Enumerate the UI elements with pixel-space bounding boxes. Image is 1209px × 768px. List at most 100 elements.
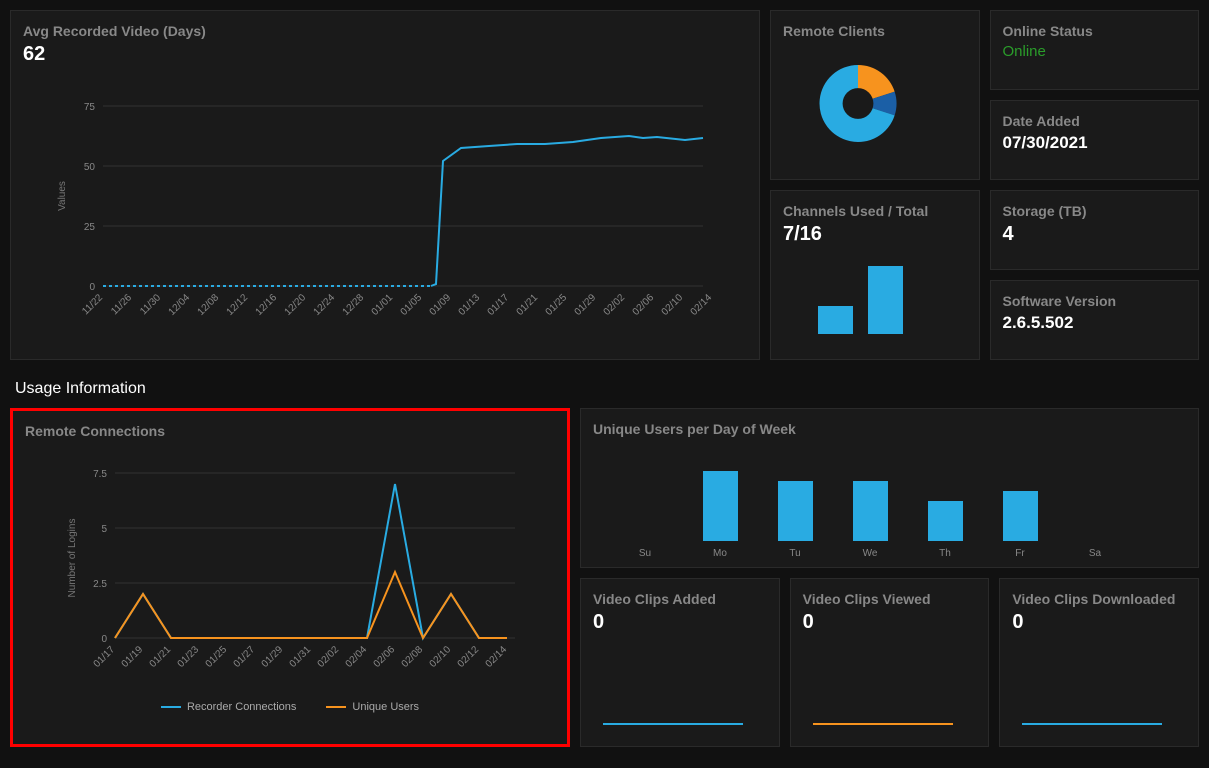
usage-section-title: Usage Information [15, 380, 1199, 398]
storage-card: Storage (TB) 4 [990, 190, 1200, 270]
card-value: 2.6.5.502 [1003, 313, 1187, 333]
svg-text:01/25: 01/25 [204, 644, 230, 670]
svg-text:02/04: 02/04 [344, 644, 370, 670]
svg-text:12/16: 12/16 [254, 292, 280, 318]
svg-text:01/05: 01/05 [399, 292, 425, 318]
svg-text:50: 50 [84, 162, 96, 173]
card-title: Date Added [1003, 113, 1187, 129]
card-title: Video Clips Downloaded [1012, 591, 1186, 607]
svg-text:0: 0 [89, 282, 95, 293]
svg-text:02/06: 02/06 [372, 644, 398, 670]
svg-text:01/19: 01/19 [120, 644, 146, 670]
clips-downloaded-spark [1012, 634, 1172, 734]
card-value: 07/30/2021 [1003, 133, 1187, 153]
svg-text:01/25: 01/25 [544, 292, 570, 318]
svg-text:11/30: 11/30 [138, 292, 163, 317]
card-title: Video Clips Added [593, 591, 767, 607]
svg-text:Tu: Tu [789, 548, 800, 559]
svg-text:01/27: 01/27 [232, 644, 258, 670]
svg-text:02/02: 02/02 [316, 644, 342, 670]
date-added-card: Date Added 07/30/2021 [990, 100, 1200, 180]
remote-clients-pie [783, 43, 933, 153]
svg-text:12/04: 12/04 [167, 292, 193, 318]
svg-text:01/17: 01/17 [486, 292, 512, 318]
svg-text:02/02: 02/02 [602, 292, 628, 318]
avg-recorded-video-card: Avg Recorded Video (Days) 62 0 25 50 75 … [10, 10, 760, 360]
svg-text:01/21: 01/21 [515, 292, 541, 318]
card-title: Storage (TB) [1003, 203, 1187, 219]
online-status-card: Online Status Online [990, 10, 1200, 90]
clips-downloaded-card: Video Clips Downloaded 0 [999, 578, 1199, 747]
software-version-card: Software Version 2.6.5.502 [990, 280, 1200, 360]
svg-text:11/22: 11/22 [80, 292, 105, 317]
avg-recorded-chart: 0 25 50 75 Values 11/22 11/26 11/30 12/0… [23, 66, 743, 336]
svg-text:02/10: 02/10 [660, 292, 686, 318]
svg-text:01/01: 01/01 [370, 292, 396, 318]
svg-text:5: 5 [101, 524, 107, 535]
svg-text:7.5: 7.5 [93, 469, 107, 480]
card-value: 0 [593, 611, 767, 634]
svg-text:02/14: 02/14 [484, 644, 510, 670]
svg-text:25: 25 [84, 222, 96, 233]
clips-added-spark [593, 634, 753, 734]
svg-text:Number of Logins: Number of Logins [67, 519, 78, 598]
channels-bar-chart [783, 246, 933, 336]
card-value: 0 [1012, 611, 1186, 634]
card-value: 7/16 [783, 223, 967, 246]
svg-text:02/06: 02/06 [631, 292, 657, 318]
svg-text:12/08: 12/08 [196, 292, 222, 318]
svg-text:0: 0 [101, 634, 107, 645]
svg-text:02/14: 02/14 [689, 292, 715, 318]
legend-unique-users: Unique Users [326, 701, 419, 713]
remote-connections-chart: 0 2.5 5 7.5 Number of Logins 01/17 01/19… [25, 443, 555, 693]
svg-text:2.5: 2.5 [93, 579, 107, 590]
svg-text:Su: Su [639, 548, 651, 559]
remote-clients-card: Remote Clients [770, 10, 980, 180]
svg-text:01/29: 01/29 [573, 292, 599, 318]
card-title: Online Status [1003, 23, 1187, 39]
chart-legend: Recorder Connections Unique Users [25, 701, 555, 713]
svg-text:02/12: 02/12 [456, 644, 482, 670]
clips-viewed-card: Video Clips Viewed 0 [790, 578, 990, 747]
unique-users-dow-card: Unique Users per Day of Week Su Mo Tu We… [580, 408, 1199, 568]
svg-text:01/13: 01/13 [457, 292, 483, 318]
card-title: Avg Recorded Video (Days) [23, 23, 747, 39]
channels-card: Channels Used / Total 7/16 [770, 190, 980, 360]
svg-text:We: We [863, 548, 878, 559]
remote-connections-card: Remote Connections 0 2.5 5 7.5 Number of… [10, 408, 570, 747]
svg-text:Values: Values [57, 181, 68, 211]
card-title: Remote Clients [783, 23, 967, 39]
svg-text:02/08: 02/08 [400, 644, 426, 670]
svg-text:01/17: 01/17 [92, 644, 118, 670]
legend-swatch-blue [161, 706, 181, 708]
svg-text:Fr: Fr [1015, 548, 1025, 559]
svg-text:12/24: 12/24 [312, 292, 338, 318]
card-title: Unique Users per Day of Week [593, 421, 1186, 437]
card-value: 0 [803, 611, 977, 634]
card-value: 4 [1003, 223, 1187, 246]
status-value: Online [1003, 43, 1187, 60]
legend-swatch-orange [326, 706, 346, 708]
svg-text:12/12: 12/12 [225, 292, 251, 318]
svg-text:02/10: 02/10 [428, 644, 454, 670]
card-title: Channels Used / Total [783, 203, 967, 219]
svg-text:01/29: 01/29 [260, 644, 286, 670]
legend-recorder-connections: Recorder Connections [161, 701, 296, 713]
svg-text:Sa: Sa [1089, 548, 1102, 559]
clips-viewed-spark [803, 634, 963, 734]
card-title: Remote Connections [25, 423, 555, 439]
card-title: Software Version [1003, 293, 1187, 309]
svg-text:01/21: 01/21 [148, 644, 174, 670]
card-value: 62 [23, 43, 747, 66]
svg-text:12/28: 12/28 [341, 292, 367, 318]
clips-added-card: Video Clips Added 0 [580, 578, 780, 747]
svg-text:01/09: 01/09 [428, 292, 454, 318]
svg-text:11/26: 11/26 [109, 292, 134, 317]
svg-text:Th: Th [939, 548, 951, 559]
svg-text:75: 75 [84, 102, 96, 113]
svg-text:01/23: 01/23 [176, 644, 202, 670]
svg-text:12/20: 12/20 [283, 292, 309, 318]
unique-users-dow-chart: Su Mo Tu We Th Fr Sa [593, 441, 1143, 561]
svg-text:Mo: Mo [713, 548, 727, 559]
card-title: Video Clips Viewed [803, 591, 977, 607]
